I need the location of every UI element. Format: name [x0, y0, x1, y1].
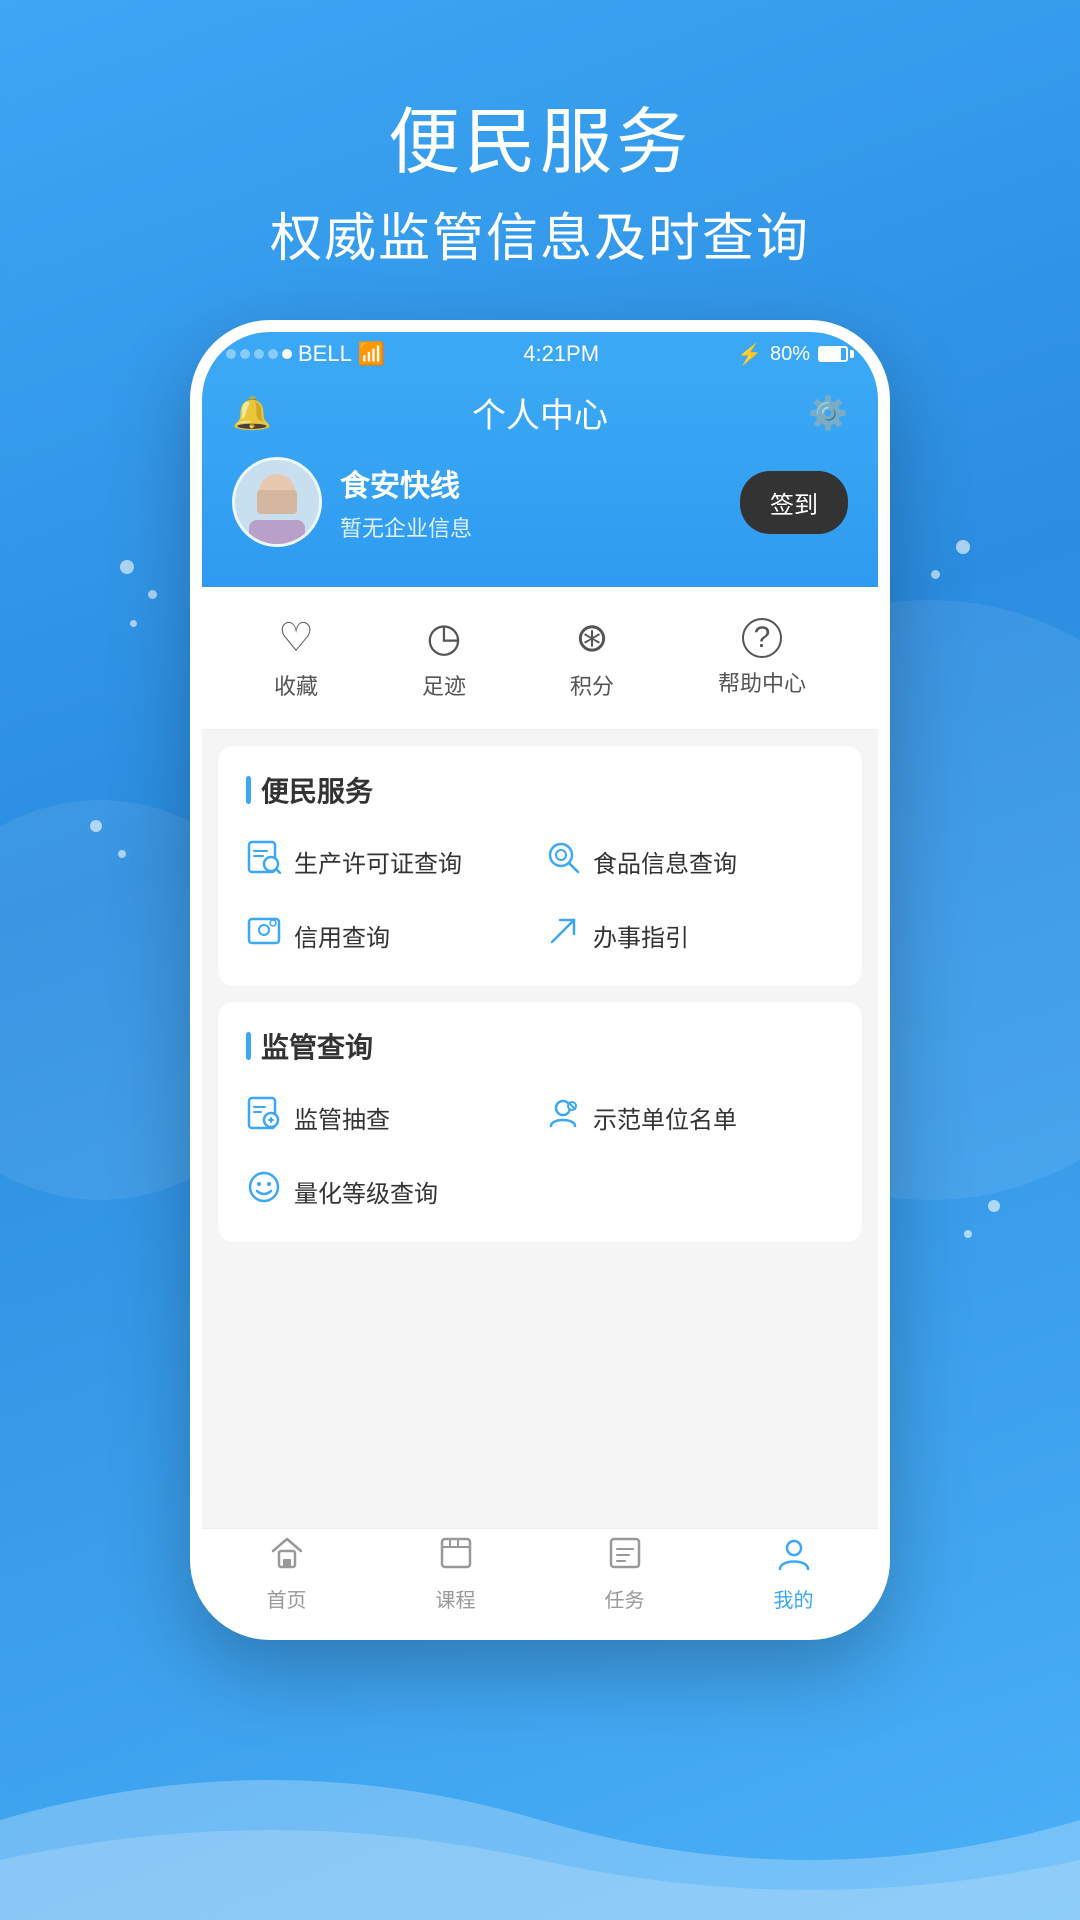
tagline-line2: 权威监管信息及时查询	[0, 196, 1080, 271]
supervision-title: 监管查询	[246, 1026, 834, 1066]
title-bar-1	[246, 776, 251, 804]
notification-icon[interactable]: 🔔	[232, 394, 272, 432]
home-icon	[269, 1535, 305, 1580]
production-license-label: 生产许可证查询	[294, 844, 462, 879]
mine-icon	[776, 1535, 812, 1580]
supervision-section: 监管查询	[218, 1002, 862, 1242]
grade-query-item[interactable]: 量化等级查询	[246, 1164, 535, 1218]
help-icon: ?	[742, 618, 782, 658]
history-icon: ◷	[427, 615, 462, 661]
points-label: 积分	[570, 669, 614, 701]
quick-icons-bar: ♡ 收藏 ◷ 足迹 ⊛ 积分 ? 帮助中心	[202, 587, 878, 730]
time-display: 4:21PM	[523, 341, 599, 367]
status-bar: BELL 📶 4:21PM ⚡ 80%	[202, 332, 878, 376]
nav-course[interactable]: 课程	[436, 1535, 476, 1613]
grade-query-icon	[246, 1170, 282, 1212]
production-license-icon	[246, 840, 282, 882]
convenience-section: 便民服务	[218, 746, 862, 986]
wifi-icon: 📶	[358, 341, 385, 367]
credit-query-item[interactable]: 信用查询	[246, 908, 535, 962]
history-item[interactable]: ◷ 足迹	[422, 615, 466, 701]
collect-label: 收藏	[274, 669, 318, 701]
nav-mine[interactable]: 我的	[774, 1535, 814, 1613]
food-info-item[interactable]: 食品信息查询	[545, 834, 834, 888]
supervision-check-icon	[246, 1096, 282, 1138]
credit-query-label: 信用查询	[294, 918, 390, 953]
avatar	[232, 457, 322, 547]
settings-icon[interactable]: ⚙️	[808, 394, 848, 432]
task-icon	[607, 1535, 643, 1580]
collect-icon: ♡	[278, 615, 314, 661]
points-item[interactable]: ⊛ 积分	[570, 615, 614, 701]
title-bar-2	[246, 1032, 251, 1060]
points-icon: ⊛	[575, 615, 609, 661]
office-guide-icon	[545, 914, 581, 956]
course-label: 课程	[436, 1584, 476, 1613]
help-label: 帮助中心	[718, 666, 806, 698]
battery-percent: 80%	[770, 343, 810, 366]
battery-icon	[818, 346, 854, 362]
office-guide-item[interactable]: 办事指引	[545, 908, 834, 962]
supervision-check-label: 监管抽查	[294, 1100, 390, 1135]
help-item[interactable]: ? 帮助中心	[718, 618, 806, 698]
mine-label: 我的	[774, 1584, 814, 1613]
model-units-label: 示范单位名单	[593, 1100, 737, 1135]
credit-query-icon	[246, 914, 282, 956]
app-header: 🔔 个人中心 ⚙️	[202, 376, 878, 587]
model-units-item[interactable]: 示范单位名单	[545, 1090, 834, 1144]
supervision-check-item[interactable]: 监管抽查	[246, 1090, 535, 1144]
home-label: 首页	[267, 1584, 307, 1613]
wave-decoration	[0, 1740, 1080, 1920]
course-icon	[438, 1535, 474, 1580]
grade-query-label: 量化等级查询	[294, 1174, 438, 1209]
nav-task[interactable]: 任务	[605, 1535, 645, 1613]
tagline-line1: 便民服务	[0, 100, 1080, 186]
header-title: 个人中心	[472, 388, 608, 437]
user-name: 食安快线	[340, 461, 472, 505]
carrier-label: BELL	[298, 341, 352, 367]
history-label: 足迹	[422, 669, 466, 701]
office-guide-label: 办事指引	[593, 918, 689, 953]
phone-mockup: BELL 📶 4:21PM ⚡ 80% 🔔 个人中心	[190, 320, 890, 1620]
task-label: 任务	[605, 1584, 645, 1613]
collect-item[interactable]: ♡ 收藏	[274, 615, 318, 701]
food-info-icon	[545, 840, 581, 882]
bottom-navigation: 首页 课程	[202, 1528, 878, 1628]
food-info-label: 食品信息查询	[593, 844, 737, 879]
nav-home[interactable]: 首页	[267, 1535, 307, 1613]
checkin-button[interactable]: 签到	[740, 471, 848, 534]
model-units-icon	[545, 1096, 581, 1138]
convenience-title: 便民服务	[246, 770, 834, 810]
user-subtitle: 暂无企业信息	[340, 511, 472, 543]
production-license-item[interactable]: 生产许可证查询	[246, 834, 535, 888]
bluetooth-icon: ⚡	[737, 342, 762, 367]
